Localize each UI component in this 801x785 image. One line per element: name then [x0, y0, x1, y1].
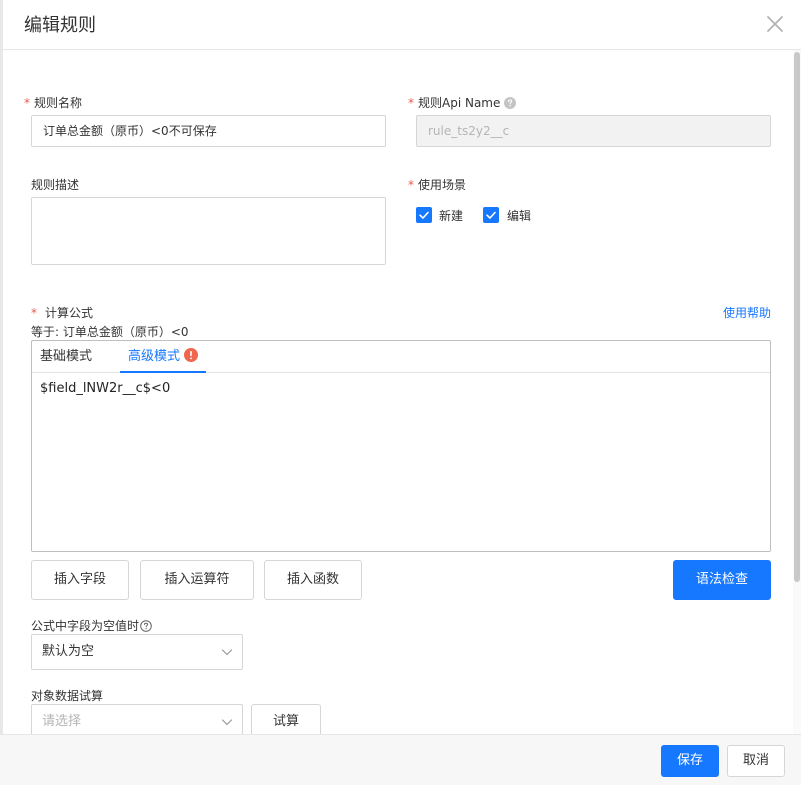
api-name-label-text: 规则Api Name	[418, 96, 501, 110]
formula-label-text: 计算公式	[45, 306, 94, 320]
save-button[interactable]: 保存	[661, 745, 719, 777]
checkbox-edit[interactable]	[483, 207, 499, 223]
scrollbar[interactable]	[793, 50, 801, 734]
trial-select-placeholder: 请选择	[42, 714, 82, 729]
formula-equals-hint: 等于: 订单总金额（原币）<0	[31, 325, 189, 339]
question-circle-icon[interactable]	[140, 620, 152, 632]
null-field-label-text: 公式中字段为空值时	[31, 619, 140, 633]
formula-tabbar: 基础模式 高级模式	[32, 341, 770, 373]
formula-editor: 基础模式 高级模式 $field_lNW2r__c$<0	[31, 340, 771, 552]
null-field-label: 公式中字段为空值时	[31, 617, 152, 634]
null-field-select[interactable]: 默认为空	[31, 634, 243, 670]
insert-operator-button[interactable]: 插入运算符	[140, 560, 254, 600]
tab-advanced-mode-label: 高级模式	[128, 349, 181, 364]
api-name-label: * 规则Api Name	[408, 94, 517, 111]
dialog-left-edge	[0, 0, 3, 785]
required-mark: *	[24, 96, 30, 110]
scrollbar-thumb[interactable]	[794, 52, 800, 582]
close-icon[interactable]	[764, 13, 786, 35]
warning-circle-icon	[184, 348, 199, 362]
question-circle-icon[interactable]	[504, 97, 517, 109]
formula-code[interactable]: $field_lNW2r__c$<0	[40, 381, 170, 396]
checkbox-create[interactable]	[416, 207, 432, 223]
checkbox-edit-label[interactable]: 编辑	[507, 207, 531, 224]
checkbox-create-label[interactable]: 新建	[439, 207, 463, 224]
cancel-button[interactable]: 取消	[727, 745, 785, 777]
scene-label: * 使用场景	[408, 176, 466, 193]
tab-advanced-mode[interactable]: 高级模式	[120, 341, 207, 373]
api-name-input: rule_ts2y2__c	[416, 115, 771, 147]
chevron-down-icon	[221, 646, 233, 658]
syntax-check-button[interactable]: 语法检查	[673, 560, 771, 600]
edit-rule-dialog: 编辑规则 * 规则名称 订单总金额（原币）<0不可保存 * 规则Api Name r…	[0, 0, 801, 785]
help-link[interactable]: 使用帮助	[723, 304, 771, 321]
scene-label-text: 使用场景	[418, 178, 467, 192]
dialog-footer: 保存 取消	[0, 734, 801, 785]
dialog-title: 编辑规则	[24, 15, 96, 36]
insert-function-button[interactable]: 插入函数	[264, 560, 362, 600]
formula-label: * 计算公式	[31, 304, 93, 321]
description-label: 规则描述	[31, 178, 80, 192]
dialog-header: 编辑规则	[0, 0, 801, 50]
tab-basic-mode[interactable]: 基础模式	[40, 341, 92, 373]
required-mark: *	[408, 178, 414, 192]
null-field-selected-value: 默认为空	[42, 644, 95, 659]
required-mark: *	[31, 306, 37, 320]
trial-label: 对象数据试算	[31, 689, 104, 703]
insert-field-button[interactable]: 插入字段	[31, 560, 129, 600]
required-mark: *	[408, 96, 414, 110]
rule-name-input[interactable]: 订单总金额（原币）<0不可保存	[31, 115, 386, 147]
chevron-down-icon	[221, 716, 233, 728]
rule-name-label-text: 规则名称	[34, 96, 83, 110]
rule-name-label: * 规则名称	[24, 94, 82, 111]
description-textarea[interactable]	[31, 197, 386, 265]
